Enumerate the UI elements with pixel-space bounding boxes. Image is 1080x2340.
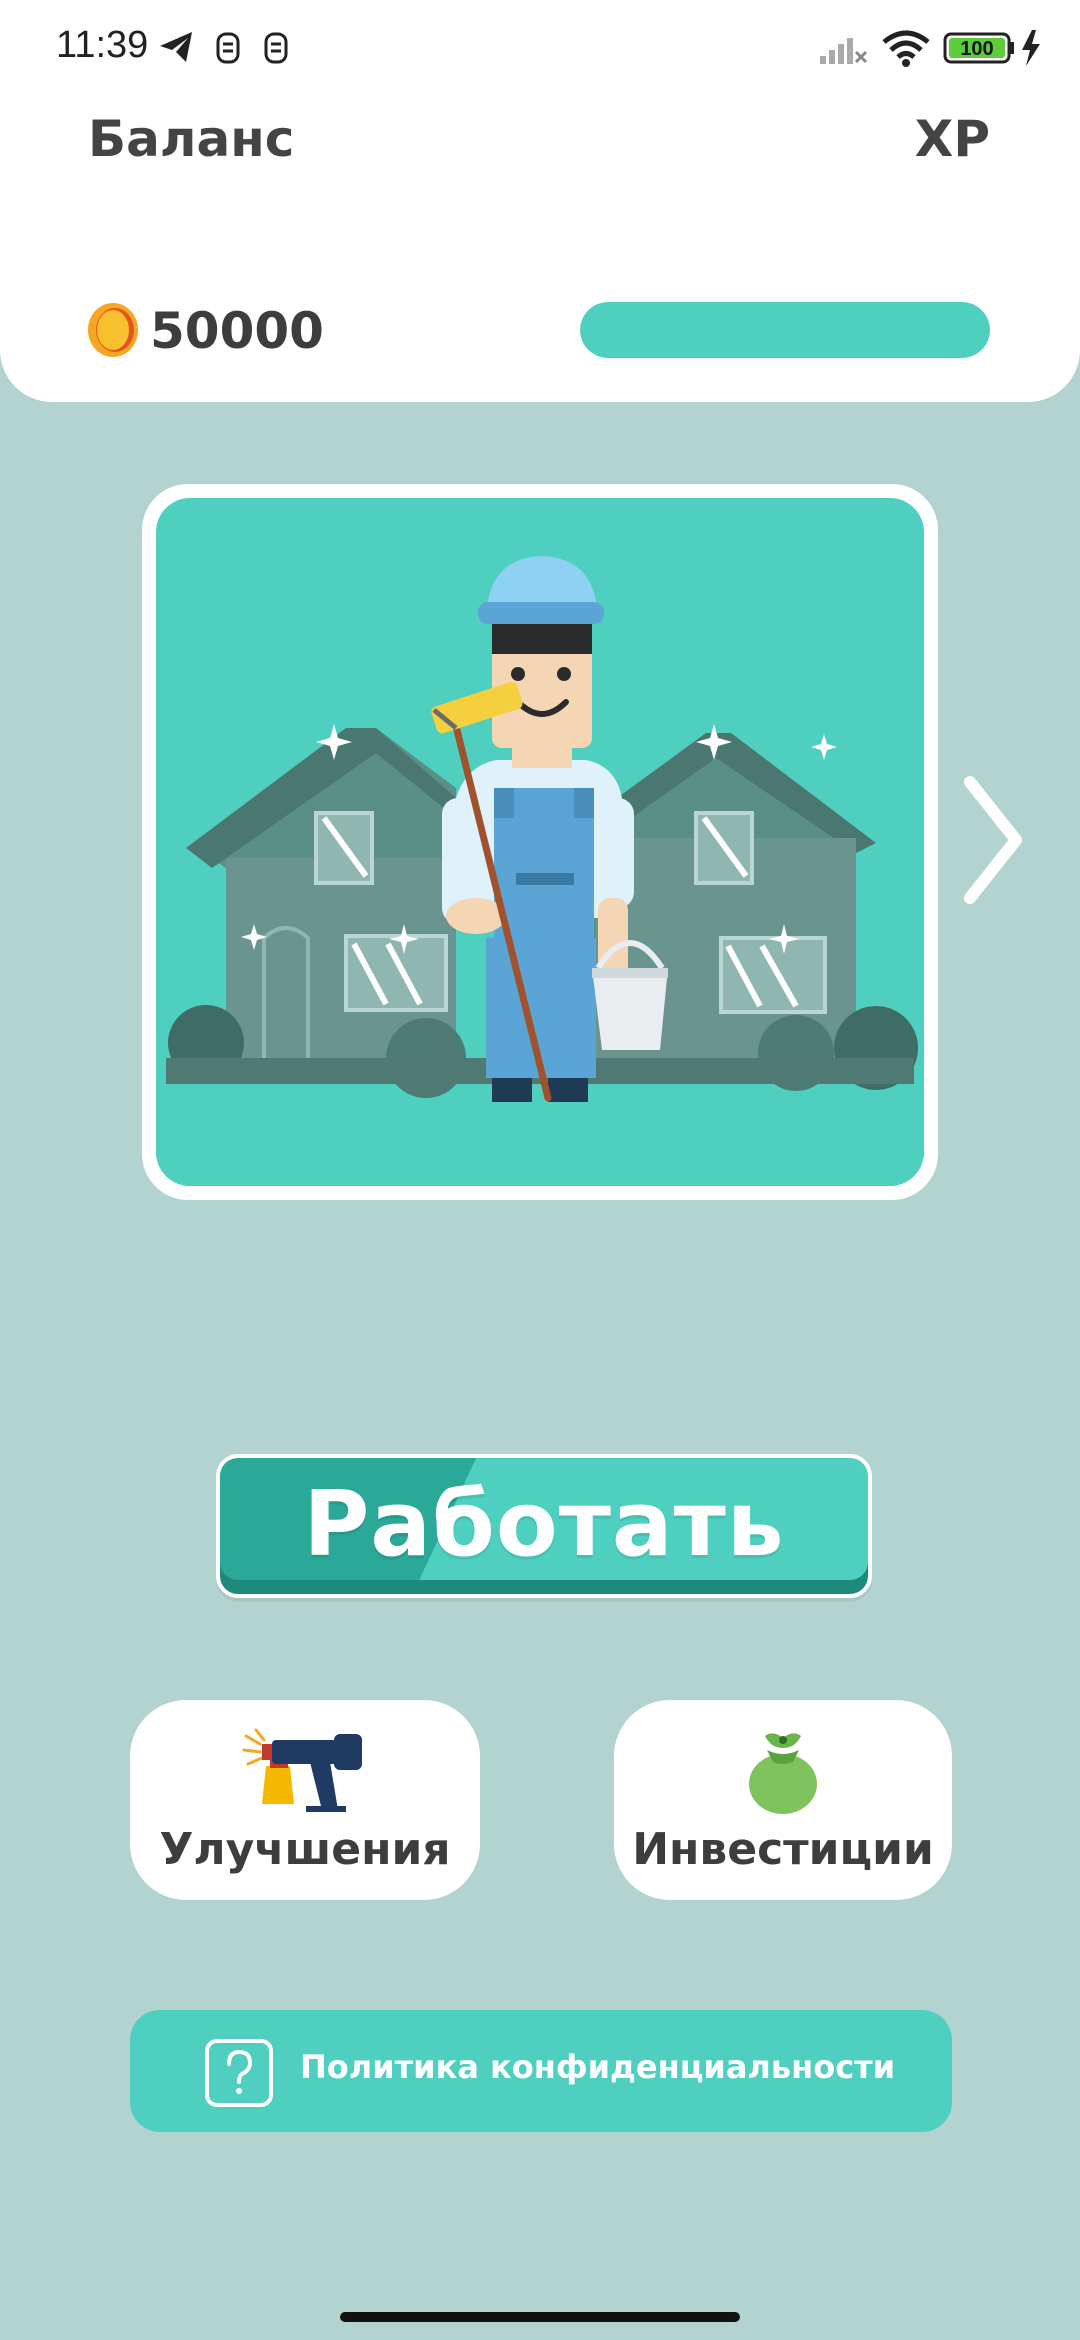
- telegram-icon: [160, 32, 192, 62]
- status-bar: 11:39 100: [0, 0, 1080, 96]
- investments-button[interactable]: Инвестиции: [614, 1700, 952, 1900]
- investments-label: Инвестиции: [632, 1824, 934, 1875]
- work-button-label: Работать: [303, 1472, 785, 1577]
- painter-illustration: [431, 556, 668, 1102]
- upgrades-button[interactable]: Улучшения: [130, 1700, 480, 1900]
- balance-label: Баланс: [88, 110, 295, 168]
- wifi-icon: [882, 30, 930, 67]
- battery-level: 100: [960, 38, 993, 60]
- job-card: [142, 484, 938, 1200]
- coin-icon: [86, 302, 140, 362]
- signal-icon: [820, 38, 868, 64]
- xp-progress-fill: [580, 302, 990, 358]
- xp-label: XP: [914, 110, 990, 168]
- status-icons-left: [158, 28, 308, 72]
- status-time: 11:39: [56, 24, 149, 66]
- balance-value: 50000: [150, 302, 324, 360]
- notification-icon: [264, 32, 288, 64]
- spray-gun-icon: [240, 1726, 370, 1820]
- money-bag-icon: [743, 1726, 823, 1820]
- job-illustration: [156, 498, 924, 1186]
- privacy-policy-button[interactable]: Политика конфиденциальности: [130, 2010, 952, 2132]
- charging-icon: [1022, 30, 1040, 66]
- notification-icon: [216, 32, 240, 64]
- upgrades-label: Улучшения: [159, 1824, 451, 1875]
- status-icons-right: 100: [820, 26, 1050, 74]
- work-button[interactable]: Работать: [216, 1454, 872, 1598]
- home-indicator[interactable]: [340, 2312, 740, 2322]
- privacy-policy-label: Политика конфиденциальности: [300, 2048, 896, 2086]
- xp-progress-bar: [580, 302, 990, 358]
- battery-icon: 100: [943, 32, 1014, 64]
- question-icon: [204, 2038, 274, 2112]
- chevron-right-icon[interactable]: [958, 770, 1028, 914]
